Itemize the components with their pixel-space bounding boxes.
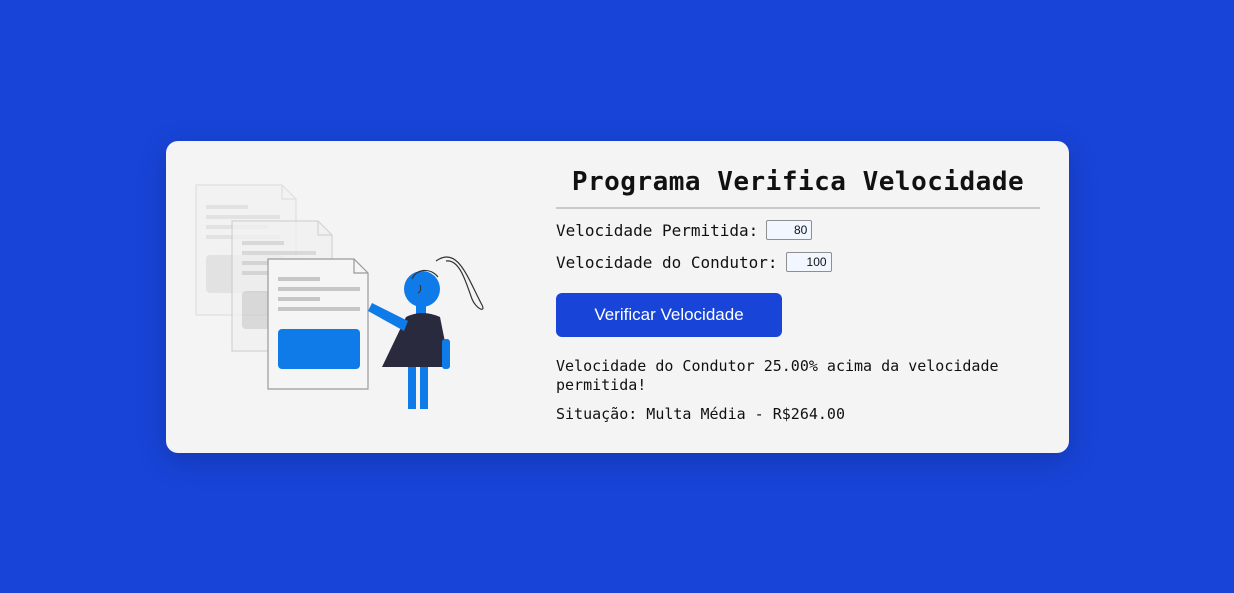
result-message: Velocidade do Condutor 25.00% acima da v… <box>556 357 999 394</box>
driver-speed-row: Velocidade do Condutor: <box>556 251 1040 273</box>
allowed-speed-label: Velocidade Permitida: <box>556 220 759 240</box>
allowed-speed-input[interactable] <box>766 220 813 240</box>
driver-speed-input[interactable] <box>785 252 832 272</box>
person-presenting-documents-icon <box>190 181 490 417</box>
form-panel: Programa Verifica Velocidade Velocidade … <box>556 167 1040 423</box>
page-title: Programa Verifica Velocidade <box>556 167 1040 209</box>
situation-text: Situação: Multa Média - R$264.00 <box>556 405 845 423</box>
verify-speed-button[interactable]: Verificar Velocidade <box>556 293 782 337</box>
main-card: Programa Verifica Velocidade Velocidade … <box>166 141 1069 453</box>
allowed-speed-row: Velocidade Permitida: <box>556 219 1040 241</box>
driver-speed-label: Velocidade do Condutor: <box>556 252 778 272</box>
